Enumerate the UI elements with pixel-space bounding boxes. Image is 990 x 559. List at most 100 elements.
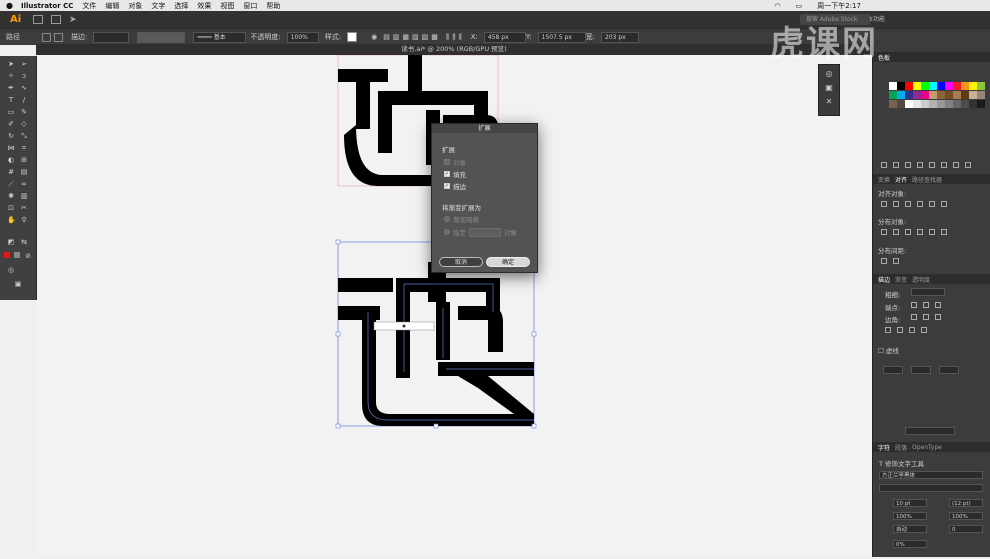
font-size-field[interactable]: 10 pt	[893, 499, 927, 507]
menu-view[interactable]: 视图	[220, 1, 234, 11]
paintbrush-tool-icon[interactable]: ✎	[20, 108, 28, 116]
tab-character[interactable]: 字符	[878, 443, 890, 452]
color-swatch[interactable]	[921, 91, 929, 99]
fill-stroke-icon[interactable]: ◩	[7, 238, 15, 246]
pen-tool-icon[interactable]: ✒	[7, 84, 15, 92]
stroke-corner-buttons[interactable]	[911, 314, 941, 320]
color-swatch[interactable]	[969, 91, 977, 99]
swatch-grid[interactable]	[877, 82, 987, 122]
scale-tool-icon[interactable]: ⤡	[20, 132, 28, 140]
clock[interactable]: 周一下午2:17	[817, 1, 861, 11]
color-swatch[interactable]	[929, 100, 937, 108]
menu-help[interactable]: 帮助	[266, 1, 280, 11]
arrange-documents-icon[interactable]	[51, 15, 62, 24]
direct-selection-tool-icon[interactable]: ➢	[20, 60, 28, 68]
touch-type-tool[interactable]: T 修饰文字工具	[879, 458, 924, 468]
color-swatch[interactable]	[961, 100, 969, 108]
menu-edit[interactable]: 编辑	[105, 1, 119, 11]
free-transform-tool-icon[interactable]: ⌗	[20, 144, 28, 152]
color-swatch[interactable]	[921, 100, 929, 108]
mesh-tool-icon[interactable]: #	[7, 168, 15, 176]
opacity-field[interactable]: 100%	[286, 31, 319, 43]
ok-button[interactable]: 确定	[486, 257, 530, 267]
dash-field-1[interactable]	[883, 366, 903, 374]
document-tab[interactable]: 读书.ai* @ 200% (RGB/GPU 预览)	[36, 44, 872, 55]
line-tool-icon[interactable]: /	[20, 96, 28, 104]
menu-app-name[interactable]: Illustrator CC	[21, 2, 73, 10]
selection-tool-icon[interactable]: ➤	[7, 60, 15, 68]
stroke-weight-field[interactable]	[911, 288, 945, 296]
rectangle-tool-icon[interactable]: ▭	[7, 108, 15, 116]
baseline-shift-field[interactable]: 0%	[893, 540, 927, 548]
stroke-cap-buttons[interactable]	[911, 302, 941, 308]
lasso-tool-icon[interactable]: ↄ	[20, 72, 28, 80]
color-swatch[interactable]	[937, 91, 945, 99]
color-swatch[interactable]	[969, 100, 977, 108]
swap-fill-stroke-icon[interactable]: ⇆	[20, 238, 28, 246]
graph-tool-icon[interactable]: ▥	[20, 192, 28, 200]
tab-swatches[interactable]: 色板	[878, 53, 890, 62]
tab-paragraph[interactable]: 段落	[895, 443, 907, 452]
hand-tool-icon[interactable]: ✋	[7, 216, 16, 224]
libraries-icon[interactable]: ◎	[819, 69, 839, 78]
dashed-line-checkbox[interactable]: ☐ 虚线	[878, 345, 899, 355]
color-swatch[interactable]	[945, 100, 953, 108]
color-swatch[interactable]	[889, 91, 897, 99]
leading-field[interactable]: (12 pt)	[949, 499, 983, 507]
font-family-field[interactable]: 方正兰亭黑体	[879, 471, 983, 479]
stroke-swatch[interactable]	[54, 32, 63, 42]
color-swatch[interactable]	[913, 82, 921, 90]
zoom-tool-icon[interactable]: ⚲	[20, 216, 28, 224]
tab-transform[interactable]: 变换	[878, 175, 890, 184]
tab-pathfinder[interactable]: 路径查找器	[912, 175, 942, 184]
tab-opentype[interactable]: OpenType	[912, 444, 942, 451]
color-swatch[interactable]	[897, 82, 905, 90]
color-swatch[interactable]	[905, 100, 913, 108]
tab-align[interactable]: 对齐	[895, 175, 907, 184]
color-swatch[interactable]	[937, 100, 945, 108]
stroke-align-buttons[interactable]	[885, 327, 927, 333]
horizontal-scale-field[interactable]: 100%	[949, 512, 983, 520]
color-swatch[interactable]	[929, 82, 937, 90]
color-swatch[interactable]	[945, 91, 953, 99]
none-mode-icon[interactable]: ⊘	[24, 252, 32, 260]
layers-icon[interactable]: ✕	[819, 97, 839, 106]
shape-builder-tool-icon[interactable]: ◐	[7, 156, 15, 164]
magic-wand-tool-icon[interactable]: ✧	[7, 72, 15, 80]
send-icon[interactable]: ➤	[69, 15, 77, 25]
menu-type[interactable]: 文字	[151, 1, 165, 11]
color-swatch[interactable]	[953, 82, 961, 90]
recolor-icon[interactable]: ◉	[371, 33, 377, 41]
color-swatch[interactable]	[929, 91, 937, 99]
align-objects-buttons[interactable]	[881, 201, 947, 207]
stroke-checkbox[interactable]: ✓	[444, 183, 450, 189]
color-swatch[interactable]	[953, 100, 961, 108]
eyedropper-tool-icon[interactable]: ⟋	[7, 180, 15, 188]
color-mode-icon[interactable]	[4, 252, 10, 258]
color-swatch[interactable]	[897, 91, 905, 99]
color-swatch[interactable]	[905, 91, 913, 99]
color-swatch[interactable]	[961, 91, 969, 99]
tab-gradient[interactable]: 渐变	[895, 275, 907, 284]
wifi-icon[interactable]: ◠	[775, 2, 781, 10]
color-swatch[interactable]	[937, 82, 945, 90]
color-swatch[interactable]	[889, 82, 897, 90]
profile-field[interactable]	[905, 427, 955, 435]
menu-file[interactable]: 文件	[82, 1, 96, 11]
align-controls[interactable]: ▤▥▦▧▨▩ ⫼⫼⫼	[383, 33, 465, 42]
shaper-tool-icon[interactable]: ✐	[7, 120, 15, 128]
draw-mode-icon[interactable]: ◎	[7, 266, 15, 274]
color-swatch[interactable]	[977, 82, 985, 90]
font-style-field[interactable]	[879, 484, 983, 492]
gap-field-1[interactable]	[911, 366, 931, 374]
graphic-style-swatch[interactable]	[347, 32, 358, 42]
variable-width-field[interactable]	[137, 31, 186, 43]
color-swatch[interactable]	[977, 100, 985, 108]
artboard-tool-icon[interactable]: ⊡	[7, 204, 15, 212]
tab-transparency[interactable]: 透明度	[912, 275, 930, 284]
cancel-button[interactable]: 取消	[439, 257, 483, 267]
bridge-icon[interactable]	[33, 15, 44, 24]
color-swatch[interactable]	[905, 82, 913, 90]
menu-select[interactable]: 选择	[174, 1, 188, 11]
brush-definition[interactable]: ━━━━ 基本	[193, 31, 247, 43]
